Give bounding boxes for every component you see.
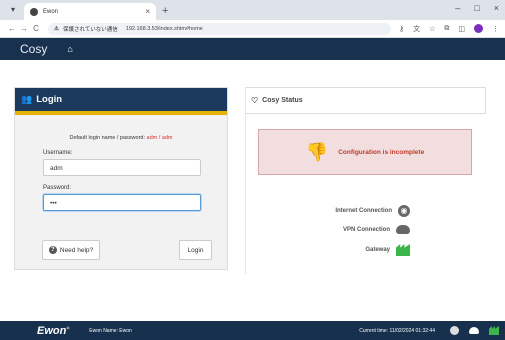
translate-icon[interactable]: 文 <box>413 24 420 34</box>
bookmark-star-icon[interactable]: ☆ <box>429 25 435 33</box>
vpn-connection-label: VPN Connection <box>342 226 390 233</box>
ewon-logo: Ewon® <box>37 324 70 337</box>
login-title: Login <box>36 94 63 105</box>
question-icon: ? <box>48 246 57 254</box>
configuration-alert: 👎 Configuration is incomplete <box>258 129 472 175</box>
menu-kebab-icon[interactable]: ⋮ <box>492 25 499 33</box>
brand-title: Cosy <box>20 42 48 56</box>
internet-connection-label: Internet Connection <box>335 208 392 214</box>
status-title: Cosy Status <box>262 97 303 104</box>
profile-avatar[interactable] <box>474 24 483 33</box>
footer-cloud-icon <box>469 327 479 334</box>
security-warning[interactable]: 保護されていない通信 <box>63 25 118 33</box>
maximize-button[interactable]: □ <box>474 3 479 13</box>
heartbeat-icon: ♡ <box>251 96 259 105</box>
forward-button[interactable]: → <box>18 24 30 33</box>
favicon-icon <box>30 7 38 16</box>
login-header: 👥 Login <box>15 88 227 115</box>
ewon-logo-text: Ewon <box>37 324 67 337</box>
password-label: Password: <box>43 185 72 191</box>
username-field[interactable]: adm <box>43 159 201 176</box>
sidepanel-icon[interactable]: ◫ <box>458 25 465 33</box>
current-time: Current time: 11/02/2024 01:32:44 <box>359 327 435 334</box>
alert-text: Configuration is incomplete <box>338 148 425 156</box>
default-credentials-text: Default login name / password: <box>69 135 147 141</box>
reload-button[interactable]: C <box>30 24 42 33</box>
tab-title: Ewon <box>43 8 59 15</box>
login-panel: 👥 Login Default login name / password: a… <box>14 87 228 270</box>
minimize-button[interactable]: – <box>455 3 460 13</box>
tab-search-icon[interactable]: ▾ <box>6 3 20 17</box>
tab-close-icon[interactable]: × <box>145 7 150 16</box>
warning-icon: ⚠ <box>54 25 59 32</box>
status-panel: ♡ Cosy Status 👎 Configuration is incompl… <box>245 87 486 274</box>
gateway-label: Gateway <box>365 247 390 253</box>
login-button[interactable]: Login <box>179 240 212 260</box>
footer-bar: Ewon® Ewon Name: Ewon Current time: 11/0… <box>0 321 505 340</box>
browser-toolbar: ⚷ 文 ☆ ⧉ ◫ ⋮ <box>399 24 499 34</box>
device-name: Ewon Name: Ewon <box>89 327 132 334</box>
default-credentials-hint: Default login name / password: adm / adm <box>15 135 227 141</box>
username-label: Username: <box>43 150 73 156</box>
footer-factory-icon <box>489 326 499 335</box>
address-bar: ← → C ⚠ 保護されていない通信 192.168.3.53/index.sh… <box>0 20 505 38</box>
password-field[interactable]: ••• <box>43 194 201 211</box>
status-row-gateway: Gateway <box>365 244 410 256</box>
url-text: 192.168.3.53/index.shtm#home <box>125 25 203 32</box>
password-key-icon[interactable]: ⚷ <box>399 25 404 33</box>
status-row-vpn: VPN Connection <box>343 225 410 234</box>
home-icon[interactable]: ⌂ <box>67 44 72 54</box>
browser-tab-strip: ▾ Ewon × + – □ × <box>0 0 505 20</box>
need-help-button[interactable]: ? Need help? <box>42 240 100 260</box>
default-credentials-value: adm / adm <box>146 135 173 141</box>
url-input[interactable]: ⚠ 保護されていない通信 192.168.3.53/index.shtm#hom… <box>48 22 391 35</box>
factory-icon <box>396 244 410 256</box>
cloud-icon <box>396 225 410 234</box>
back-button[interactable]: ← <box>6 24 18 33</box>
main-content: 👥 Login Default login name / password: a… <box>0 60 505 319</box>
footer-status-icons <box>450 326 499 335</box>
browser-tab[interactable]: Ewon × <box>24 3 156 20</box>
need-help-label: Need help? <box>59 246 94 254</box>
app-header: Cosy ⌂ <box>0 38 505 60</box>
new-tab-button[interactable]: + <box>162 5 168 17</box>
extensions-icon[interactable]: ⧉ <box>444 25 449 33</box>
close-window-button[interactable]: × <box>494 3 499 13</box>
globe-icon: ◉ <box>398 205 410 217</box>
window-controls: – □ × <box>455 3 499 13</box>
status-row-internet: Internet Connection ◉ <box>335 205 410 217</box>
footer-globe-icon <box>450 326 459 335</box>
thumbs-down-icon: 👎 <box>305 141 329 162</box>
status-header: ♡ Cosy Status <box>246 87 486 114</box>
users-icon: 👥 <box>21 94 33 104</box>
